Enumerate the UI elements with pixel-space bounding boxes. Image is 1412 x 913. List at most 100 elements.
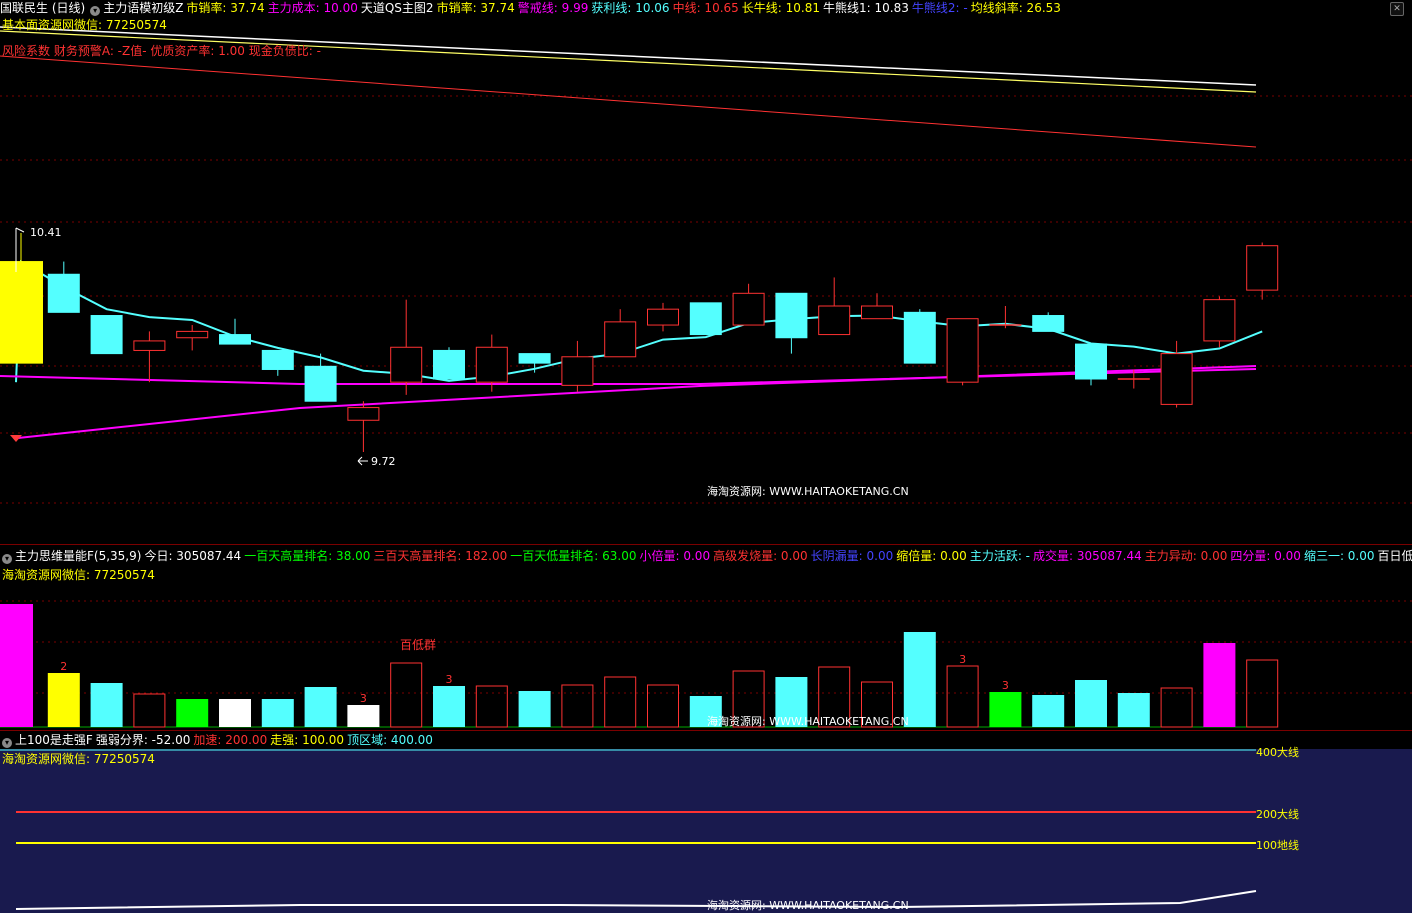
candle-body — [304, 365, 337, 402]
header-value: 走强: 100.00 — [270, 733, 345, 747]
risk-indicator-label: 风险系数 财务预警A: -Z值- 优质资产率: 1.00 现金负债比: - — [2, 44, 321, 58]
line-100-label: 100地线 — [1256, 839, 1299, 852]
volume-pane[interactable]: ▾ 主力思维量能F(5,35,9) 今日: 305087.44 一百天高量排名: 38… — [0, 544, 1412, 731]
candle-body — [176, 330, 209, 339]
trend-line-red — [0, 55, 1257, 148]
candle-body — [90, 315, 123, 355]
line-200-label: 200大线 — [1256, 808, 1299, 821]
header-value: 均线斜率: 26.53 — [970, 1, 1061, 15]
header-value: 成交量: 305087.44 — [1033, 549, 1142, 563]
header-value: 长阴漏量: 0.00 — [810, 549, 894, 563]
header-value: 缩倍量: 0.00 — [896, 549, 967, 563]
header-value: 国联民生 (日线) — [0, 1, 86, 15]
candle-body — [689, 302, 722, 336]
volume-bar — [0, 604, 33, 727]
candle-body — [433, 349, 465, 380]
header-value: 牛熊线1: 10.83 — [823, 1, 909, 15]
header-value: 今日: 305087.44 — [144, 549, 242, 563]
volume-bar — [1160, 687, 1193, 728]
close-icon[interactable]: ✕ — [1390, 2, 1404, 16]
header-value: 中线: 10.65 — [672, 1, 739, 15]
watermark: 海淘资源网: WWW.HAITAOKETANG.CN — [707, 715, 909, 728]
header-value: 主力成本: 10.00 — [267, 1, 358, 15]
header-value: 警戒线: 9.99 — [517, 1, 589, 15]
volume-bar — [261, 699, 294, 727]
volume-indicator-header: ▾ 主力思维量能F(5,35,9) 今日: 305087.44 一百天高量排名: 38… — [0, 548, 1412, 564]
volume-bar — [475, 685, 508, 728]
candle-body — [604, 321, 637, 358]
candle-body — [732, 292, 765, 326]
volume-bar-mark: 3 — [1002, 679, 1009, 692]
candle-body — [561, 356, 594, 386]
candle-body — [1203, 299, 1236, 342]
volume-bar-mark: 3 — [446, 673, 453, 686]
volume-bar — [989, 692, 1022, 727]
volume-bar — [946, 665, 979, 728]
candle-body — [133, 340, 166, 351]
header-value: 长牛线: 10.81 — [741, 1, 821, 15]
strength-chart[interactable] — [0, 731, 1412, 913]
header-value: 天道QS主图2 — [360, 1, 434, 15]
candle-body — [775, 292, 808, 339]
strength-pane[interactable]: ▾ 上100是走强F 强弱分界: -52.00 加速: 200.00 走强: 100.0… — [0, 730, 1412, 913]
candle-body — [946, 318, 979, 383]
wechat-label: 海淘资源网微信: 77250574 — [2, 568, 155, 582]
candle-body — [0, 261, 43, 364]
volume-bar — [176, 699, 209, 727]
line-400-label: 400大线 — [1256, 746, 1299, 759]
header-value: 市销率: 37.74 — [436, 1, 515, 15]
volume-bar — [1075, 680, 1107, 727]
chevron-down-icon[interactable]: ▾ — [90, 6, 101, 16]
chevron-down-icon[interactable]: ▾ — [2, 554, 12, 564]
volume-bar — [219, 699, 251, 727]
ma-long-line — [17, 365, 1257, 439]
volume-bar-mark: 3 — [959, 653, 966, 666]
header-value: 获利线: 10.06 — [591, 1, 670, 15]
header-value: 牛熊线2: - — [911, 1, 968, 15]
chevron-down-icon[interactable]: ▾ — [2, 738, 12, 748]
header-value: 上100是走强F — [15, 733, 93, 747]
header-value: 主力活跃: - — [969, 549, 1031, 563]
volume-bar — [1117, 693, 1150, 727]
strength-background — [0, 749, 1412, 913]
price-chart[interactable] — [0, 0, 1412, 544]
volume-bar — [390, 662, 423, 728]
candle-body — [47, 273, 80, 313]
grid-lines — [0, 95, 1412, 504]
volume-bar — [433, 686, 465, 727]
volume-bar — [304, 687, 337, 727]
volume-bar-mark: 2 — [60, 660, 67, 673]
price-chart-pane[interactable]: 国联民生 (日线) ▾ 主力语模初级Z 市销率: 37.74 主力成本: 10.00 天道… — [0, 0, 1412, 544]
candle-body — [261, 349, 294, 370]
watermark: 海淘资源网: WWW.HAITAOKETANG.CN — [707, 485, 909, 498]
wechat-label: 海淘资源网微信: 77250574 — [2, 752, 155, 766]
header-value: 主力思维量能F(5,35,9) — [15, 549, 142, 563]
watermark: 海淘资源网: WWW.HAITAOKETANG.CN — [707, 899, 909, 912]
candle-body — [861, 305, 893, 320]
candle-body — [903, 311, 936, 364]
header-value: 小倍量: 0.00 — [639, 549, 711, 563]
volume-bar — [1203, 643, 1236, 727]
header-value: 顶区域: 400.00 — [347, 733, 433, 747]
volume-bar — [133, 693, 166, 728]
header-value: 百日低量: 0. — [1377, 549, 1412, 563]
candle-body — [1075, 343, 1107, 380]
header-value: 四分量: 0.00 — [1230, 549, 1301, 563]
header-value: 三百天高量排名: 182.00 — [373, 549, 508, 563]
high-price-label: 10.41 — [30, 226, 62, 239]
volume-bar — [647, 684, 679, 728]
candle-body — [518, 353, 551, 364]
header-value: 加速: 200.00 — [193, 733, 268, 747]
header-value: 强弱分界: -52.00 — [95, 733, 191, 747]
volume-bar — [561, 684, 594, 728]
volume-bar — [518, 691, 551, 727]
candle-body — [390, 346, 423, 383]
candle-body — [475, 346, 508, 383]
candle-body — [1160, 353, 1193, 405]
volume-bar-mark: 3 — [360, 692, 367, 705]
candle-body — [1032, 315, 1065, 332]
header-value: 高级发烧量: 0.00 — [713, 549, 808, 563]
low-pointer — [357, 456, 368, 466]
header-value: 主力语模初级Z — [103, 1, 184, 15]
volume-chart[interactable]: 2 3 3 3 3 — [0, 545, 1412, 731]
